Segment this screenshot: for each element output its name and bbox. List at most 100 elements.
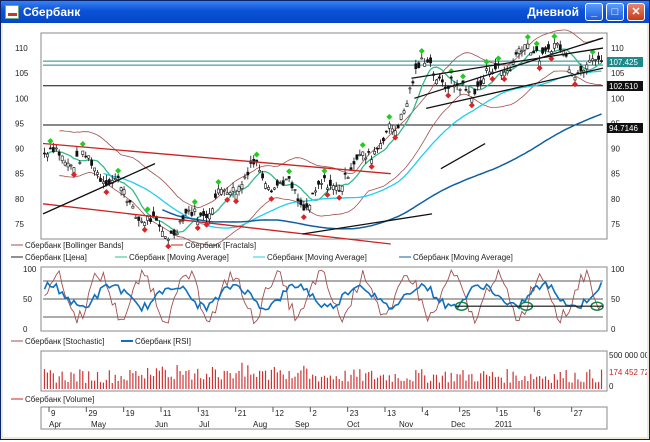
candle-body [219,189,223,195]
candle-body [399,113,403,120]
candle-body [317,180,320,185]
price-tag-level-1: 102.510 [607,81,643,91]
candle-body [514,52,518,55]
title-bar[interactable]: Сбербанк Дневной _ □ ✕ [1,1,649,23]
candle-body [275,180,279,186]
candle-body [396,125,400,129]
price-axis-label-left: 75 [15,220,24,229]
candle-body [125,201,129,203]
candle-body [143,222,147,226]
candle-body [337,190,341,192]
candle-body [544,47,547,51]
candle-body [438,76,441,79]
price-axis-label: 100 [611,94,625,103]
price-axis-label: 90 [611,145,620,154]
time-axis-day: 11 [163,409,172,418]
candle-body [57,151,61,156]
chart-window-icon [5,5,19,19]
candle-body [340,185,344,192]
chart-area: 11011010510510010095959090858580807575 1… [3,23,650,437]
price-axis-label-left: 80 [15,195,24,204]
candle-body [458,88,462,91]
candle-body [99,178,102,182]
svg-text:94.7146: 94.7146 [609,124,638,133]
candle-body [96,172,99,175]
legend-ma-3: Сбербанк [Moving Average] [413,253,513,262]
candle-body [314,190,318,193]
candle-body [479,80,483,85]
candle-body [308,204,312,211]
time-axis-day: 21 [238,409,247,418]
time-axis-day: 12 [275,409,284,418]
candle-body [331,185,335,190]
legend-fractals: Сбербанк [Fractals] [185,241,256,250]
candle-body [46,153,49,158]
candle-body [225,192,229,195]
oscillator-axis-label: 0 [611,325,616,334]
chart-canvas[interactable]: 11011010510510010095959090858580807575 1… [3,23,650,437]
volume-axis-zero: 0 [609,382,614,391]
price-axis-label-left: 90 [15,145,24,154]
time-axis-day: 27 [574,409,583,418]
candle-body [467,90,471,93]
oscillator-axis-label: 100 [611,265,625,274]
candle-body [190,211,194,216]
close-button[interactable]: ✕ [627,3,645,21]
candle-body [51,147,55,152]
candle-body [128,200,132,203]
candle-body [243,176,247,179]
oscillator-legend: Сбербанк [Stochastic] Сбербанк [RSI] [11,337,191,346]
time-axis-day: 19 [126,409,135,418]
price-tag-level-2: 94.7146 [607,123,643,133]
candle-body [146,216,150,221]
price-axis-label-left: 100 [15,94,29,103]
legend-price: Сбербанк [Цена] [25,253,87,262]
candle-body [449,76,453,79]
candle-body [178,220,182,223]
candle-body [526,43,530,49]
candle-body [184,208,188,214]
candle-body [78,162,82,164]
candle-body [237,186,241,192]
candle-body [558,44,562,50]
candle-body [541,47,544,54]
time-axis-day: 29 [88,409,97,418]
candle-body [93,167,96,172]
candle-body [199,212,203,216]
candle-body [502,71,506,77]
candle-body [264,183,267,189]
candle-body [367,151,371,153]
candle-body [387,123,391,129]
candle-body [137,216,141,221]
candle-body [361,151,365,156]
candle-body [119,187,123,192]
price-tag-current: 107.425 [607,57,643,67]
legend-bollinger: Сбербанк [Bollinger Bands] [25,241,124,250]
minimize-button[interactable]: _ [585,3,603,21]
candle-body [293,189,297,191]
candle-body [343,173,347,175]
candle-body [231,187,235,192]
candle-body [140,220,144,223]
candle-body [214,193,217,198]
time-axis-day: 6 [536,409,541,418]
candle-body [573,76,577,81]
candle-body [597,55,600,60]
candle-body [205,213,208,219]
candle-body [328,179,332,186]
price-axis-label-left: 105 [15,69,29,78]
candle-body [258,170,262,173]
candle-body [423,62,427,67]
candle-body [299,199,303,205]
maximize-button[interactable]: □ [606,3,624,21]
candle-body [355,154,359,160]
candle-body [102,181,105,184]
candle-body [414,63,418,69]
candle-body [358,154,362,156]
time-axis-day: 13 [387,409,396,418]
candle-body [75,150,79,157]
candle-body [211,208,214,215]
svg-text:107.425: 107.425 [609,58,638,67]
time-axis-day: 2 [312,409,317,418]
time-axis-day: 31 [200,409,209,418]
